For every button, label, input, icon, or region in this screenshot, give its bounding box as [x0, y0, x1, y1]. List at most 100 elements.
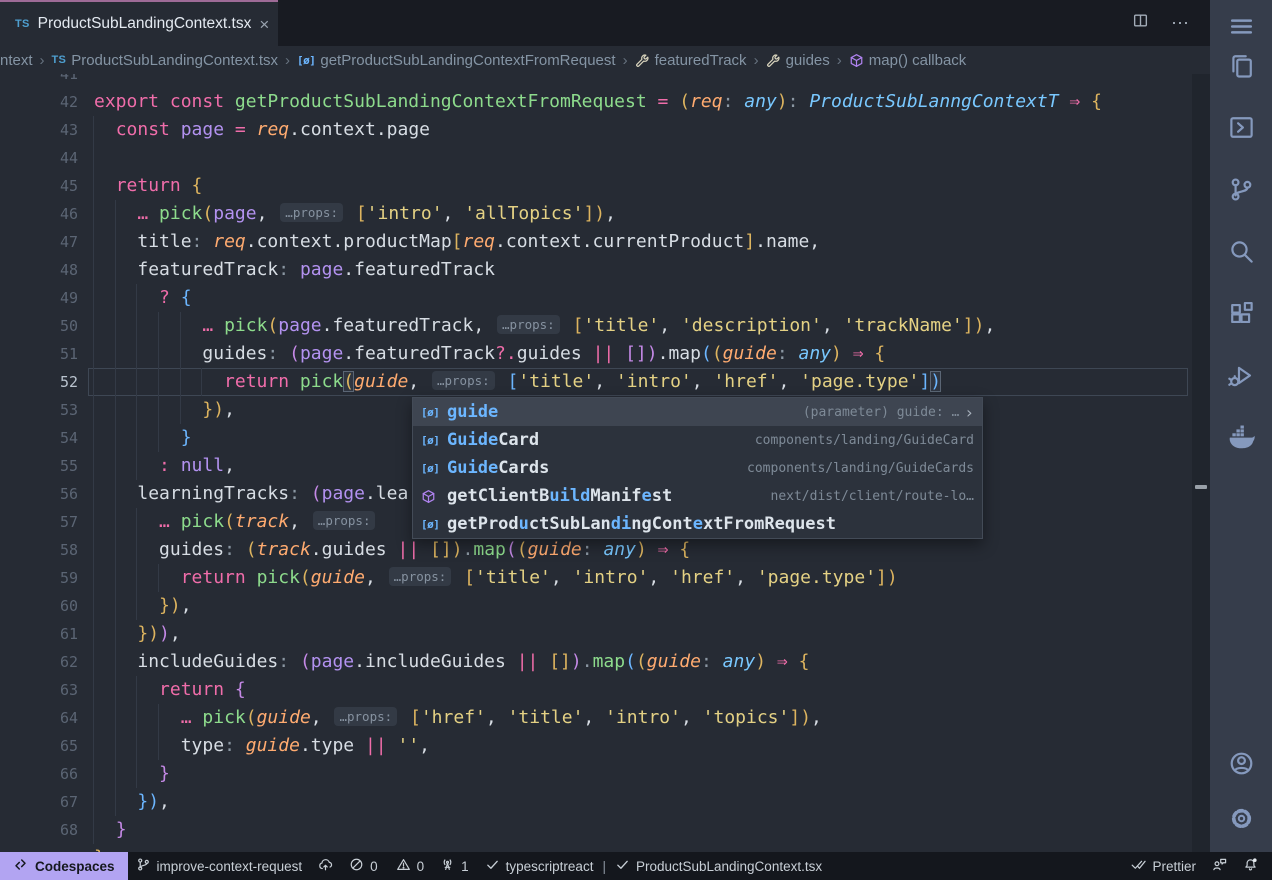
code-line-42[interactable]: 42export const getProductSubLandingConte… — [0, 88, 1192, 116]
breadcrumb-label: ProductSubLandingContext.tsx — [71, 52, 278, 69]
line-number: 47 — [0, 228, 78, 256]
breadcrumb-item[interactable]: guides — [766, 52, 830, 69]
breadcrumb: ntext›TSProductSubLandingContext.tsx›[ø]… — [0, 46, 1210, 74]
breadcrumb-item[interactable]: map() callback — [849, 52, 967, 69]
code-line-62[interactable]: 62 includeGuides: (page.includeGuides ||… — [0, 648, 1192, 676]
indent-guide — [136, 564, 137, 592]
code-line-60[interactable]: 60 }), — [0, 592, 1192, 620]
code-line-45[interactable]: 45 return { — [0, 172, 1192, 200]
code-line-44[interactable]: 44 — [0, 144, 1192, 172]
line-number: 49 — [0, 284, 78, 312]
code-line-61[interactable]: 61 })), — [0, 620, 1192, 648]
editor-more-actions-icon[interactable]: ⋯ — [1171, 13, 1190, 34]
remote-icon[interactable] — [1228, 114, 1255, 141]
prettier-status[interactable]: Prettier — [1123, 852, 1204, 880]
breadcrumb-label: ntext — [0, 52, 33, 69]
status-bar: Codespaces improve-context-request 0 0 1… — [0, 852, 1272, 880]
breadcrumb-item[interactable]: featuredTrack — [635, 52, 747, 69]
code-line-51[interactable]: 51 guides: (page.featuredTrack?.guides |… — [0, 340, 1192, 368]
code-line-66[interactable]: 66 } — [0, 760, 1192, 788]
suggest-item[interactable]: [ø]GuideCardscomponents/landing/GuideCar… — [413, 454, 982, 482]
readmore-chevron-icon[interactable]: › — [964, 403, 974, 422]
suggest-item[interactable]: [ø]GuideCardcomponents/landing/GuideCard — [413, 426, 982, 454]
source-control-icon[interactable] — [1228, 176, 1255, 203]
split-editor-icon[interactable] — [1132, 12, 1149, 34]
breadcrumb-item[interactable]: [ø]getProductSubLandingContextFromReques… — [297, 52, 616, 69]
indent-guide — [115, 536, 116, 564]
code-line-52[interactable]: 52 return pick(guide, …props: ['title', … — [0, 368, 1192, 396]
line-number: 57 — [0, 508, 78, 536]
vscode-window: TS ProductSubLandingContext.tsx × ⋯ ntex… — [0, 0, 1272, 880]
double-check-icon — [1131, 857, 1146, 875]
suggest-item[interactable]: [ø]getProductSubLandingContextFromReques… — [413, 510, 982, 538]
debug-icon[interactable] — [1228, 362, 1255, 389]
indent-guide — [93, 676, 94, 704]
code-line-41[interactable]: 41 — [0, 74, 1192, 88]
account-icon[interactable] — [1228, 750, 1255, 777]
suggest-item[interactable]: getClientBuildManifestnext/dist/client/r… — [413, 482, 982, 510]
suggest-item[interactable]: [ø]guide(parameter) guide: …› — [413, 398, 982, 426]
indent-guide — [136, 312, 137, 340]
suggest-detail: next/dist/client/route-lo… — [757, 489, 975, 504]
settings-icon[interactable] — [1228, 805, 1255, 832]
code-line-69[interactable]: 69} — [0, 844, 1192, 852]
indent-guide — [115, 480, 116, 508]
suggest-label: guide — [447, 398, 498, 426]
breadcrumb-label: getProductSubLandingContextFromRequest — [320, 52, 615, 69]
code-line-58[interactable]: 58 guides: (track.guides || []).map((gui… — [0, 536, 1192, 564]
code-line-47[interactable]: 47 title: req.context.productMap[req.con… — [0, 228, 1192, 256]
code-line-48[interactable]: 48 featuredTrack: page.featuredTrack — [0, 256, 1192, 284]
code-line-49[interactable]: 49 ? { — [0, 284, 1192, 312]
check-icon — [485, 857, 500, 875]
code-line-43[interactable]: 43 const page = req.context.page — [0, 116, 1192, 144]
tab-bar: TS ProductSubLandingContext.tsx × ⋯ — [0, 0, 1210, 46]
suggest-widget: [ø]guide(parameter) guide: …›[ø]GuideCar… — [412, 397, 983, 539]
notifications-button[interactable] — [1235, 852, 1266, 880]
indent-guide — [180, 368, 181, 396]
code-line-68[interactable]: 68 } — [0, 816, 1192, 844]
tab-productsublandingcontext[interactable]: TS ProductSubLandingContext.tsx × — [0, 0, 278, 46]
indent-guide — [115, 760, 116, 788]
line-number: 55 — [0, 452, 78, 480]
suggest-label: GuideCards — [447, 454, 549, 482]
code-editor[interactable]: 4142export const getProductSubLandingCon… — [0, 74, 1210, 852]
breadcrumb-separator: › — [754, 52, 759, 69]
branch-button[interactable]: improve-context-request — [128, 852, 311, 880]
editor-scrollbar[interactable] — [1192, 74, 1210, 852]
code-line-46[interactable]: 46 … pick(page, …props: ['intro', 'allTo… — [0, 200, 1192, 228]
code-line-67[interactable]: 67 }), — [0, 788, 1192, 816]
search-icon[interactable] — [1228, 238, 1255, 265]
indent-guide — [136, 676, 137, 704]
sync-button[interactable] — [310, 852, 341, 880]
line-number: 64 — [0, 704, 78, 732]
line-number: 62 — [0, 648, 78, 676]
breadcrumb-item[interactable]: ntext — [0, 52, 33, 69]
codespaces-remote-button[interactable]: Codespaces — [0, 852, 128, 880]
code-line-64[interactable]: 64 … pick(guide, …props: ['href', 'title… — [0, 704, 1192, 732]
indent-guide — [93, 536, 94, 564]
suggest-detail: components/landing/GuideCard — [741, 433, 974, 448]
typescript-file-icon: TS — [15, 18, 30, 30]
indent-guide — [201, 368, 202, 396]
extensions-icon[interactable] — [1228, 300, 1255, 327]
feedback-button[interactable] — [1204, 852, 1235, 880]
code-line-50[interactable]: 50 … pick(page.featuredTrack, …props: ['… — [0, 312, 1192, 340]
menu-icon[interactable] — [1228, 13, 1255, 40]
docker-icon[interactable] — [1228, 424, 1255, 451]
code-line-65[interactable]: 65 type: guide.type || '', — [0, 732, 1192, 760]
indent-guide — [93, 172, 94, 200]
indent-guide — [136, 536, 137, 564]
code-line-63[interactable]: 63 return { — [0, 676, 1192, 704]
breadcrumb-item[interactable]: TSProductSubLandingContext.tsx — [52, 52, 278, 69]
language-status[interactable]: typescriptreact | ProductSubLandingConte… — [477, 852, 830, 880]
line-number: 52 — [0, 368, 78, 396]
tab-close-icon[interactable]: × — [259, 16, 269, 33]
files-icon[interactable] — [1228, 52, 1255, 79]
indent-guide — [115, 424, 116, 452]
ports-button[interactable]: 1 — [432, 852, 477, 880]
problems-button[interactable]: 0 0 — [341, 852, 432, 880]
code-line-59[interactable]: 59 return pick(guide, …props: ['title', … — [0, 564, 1192, 592]
line-number: 50 — [0, 312, 78, 340]
indent-guide — [93, 564, 94, 592]
indent-guide — [115, 228, 116, 256]
